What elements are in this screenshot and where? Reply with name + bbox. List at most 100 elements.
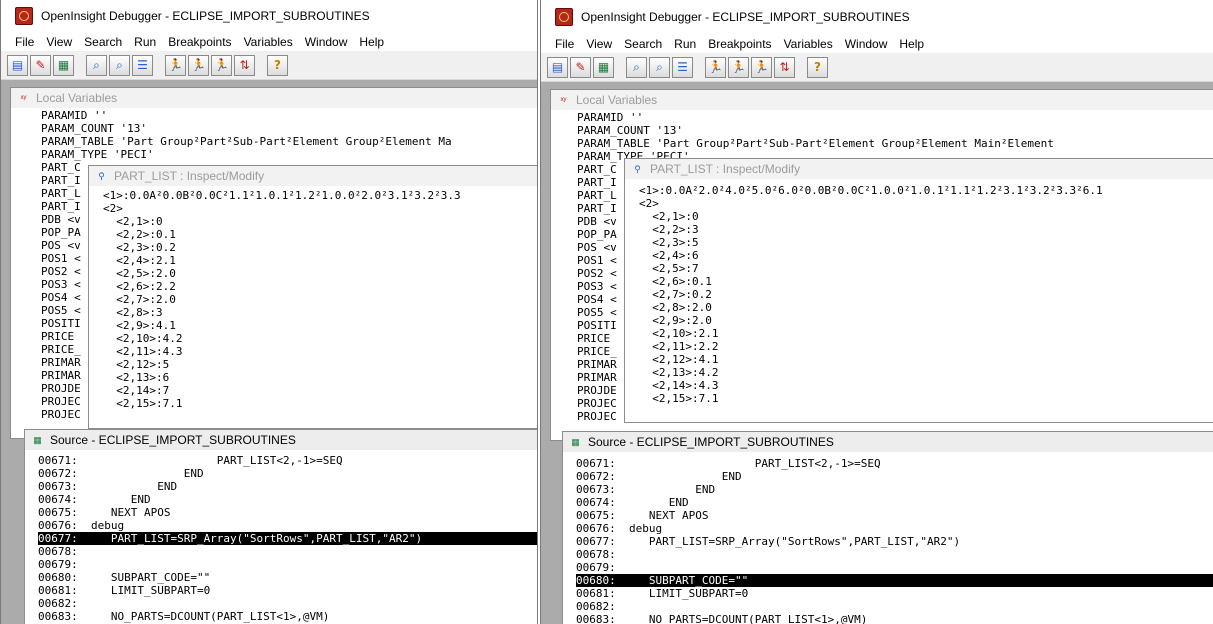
inspect-value-row[interactable]: <2,7>:0.2 <box>639 288 1103 301</box>
source-line[interactable]: 00676: debug <box>38 519 537 532</box>
source-line[interactable]: 00676: debug <box>576 522 1213 535</box>
menu-search[interactable]: Search <box>78 35 128 49</box>
open-file-icon[interactable]: ▤ <box>547 56 568 78</box>
source-line[interactable]: 00675: NEXT APOS <box>576 509 1213 522</box>
source-line[interactable]: 00678: <box>38 545 537 558</box>
find-icon[interactable]: ⌕ <box>626 56 647 78</box>
inspect-value-row[interactable]: <2,15>:7.1 <box>639 392 1103 405</box>
inspect-value-row[interactable]: <2,6>:0.1 <box>639 275 1103 288</box>
variable-row[interactable]: PARAM_COUNT '13' <box>41 122 452 135</box>
variable-row[interactable]: PARAMID '' <box>577 111 1054 124</box>
stop-icon[interactable]: ⇅ <box>774 56 795 78</box>
source-line[interactable]: 00681: LIMIT_SUBPART=0 <box>38 584 537 597</box>
menu-window[interactable]: Window <box>839 37 894 51</box>
variable-row[interactable]: PARAM_TYPE 'PECI' <box>41 148 452 161</box>
menu-variables[interactable]: Variables <box>778 37 839 51</box>
inspect-value-row[interactable]: <2,9>:4.1 <box>103 319 461 332</box>
inspect-value-row[interactable]: <2,14>:7 <box>103 384 461 397</box>
find-next-icon[interactable]: ⌕ <box>649 56 670 78</box>
find-icon[interactable]: ⌕ <box>86 54 107 76</box>
menu-file[interactable]: File <box>9 35 40 49</box>
inspect-value-row[interactable]: <2,13>:6 <box>103 371 461 384</box>
step-into-icon[interactable]: 🏃 <box>165 54 186 76</box>
right-inspect-modify-window[interactable]: ⚲ PART_LIST : Inspect/Modify <1>:0.0A²2.… <box>625 159 1213 422</box>
variable-row[interactable]: PARAMID '' <box>41 109 452 122</box>
inspect-value-row[interactable]: <2,1>:0 <box>639 210 1103 223</box>
inspect-value-row[interactable]: <1>:0.0A²2.0²4.0²5.0²6.0²0.0B²0.0C²1.0.0… <box>639 184 1103 197</box>
inspect-value-row[interactable]: <2> <box>103 202 461 215</box>
source-line[interactable]: 00683: NO_PARTS=DCOUNT(PART_LIST<1>,@VM) <box>576 613 1213 624</box>
menu-search[interactable]: Search <box>618 37 668 51</box>
menu-view[interactable]: View <box>40 35 78 49</box>
menu-help[interactable]: Help <box>893 37 930 51</box>
left-source-window[interactable]: ▦ Source - ECLIPSE_IMPORT_SUBROUTINES 00… <box>25 430 537 624</box>
source-line[interactable]: 00680: SUBPART_CODE="" <box>38 571 537 584</box>
inspect-value-row[interactable]: <2> <box>639 197 1103 210</box>
inspect-value-row[interactable]: <2,11>:4.3 <box>103 345 461 358</box>
source-line[interactable]: 00681: LIMIT_SUBPART=0 <box>576 587 1213 600</box>
find-next-icon[interactable]: ⌕ <box>109 54 130 76</box>
menu-window[interactable]: Window <box>299 35 354 49</box>
inspect-value-row[interactable]: <2,10>:4.2 <box>103 332 461 345</box>
inspect-value-row[interactable]: <2,12>:4.1 <box>639 353 1103 366</box>
source-line[interactable]: 00673: END <box>576 483 1213 496</box>
current-execution-line[interactable]: 00677: PART_LIST=SRP_Array("SortRows",PA… <box>38 532 537 545</box>
source-line[interactable]: 00677: PART_LIST=SRP_Array("SortRows",PA… <box>576 535 1213 548</box>
window-layout-icon[interactable]: ▦ <box>53 54 74 76</box>
source-line[interactable]: 00682: <box>38 597 537 610</box>
source-line[interactable]: 00682: <box>576 600 1213 613</box>
inspect-value-row[interactable]: <2,2>:0.1 <box>103 228 461 241</box>
inspect-value-row[interactable]: <2,5>:2.0 <box>103 267 461 280</box>
run-icon[interactable]: 🏃 <box>751 56 772 78</box>
inspect-value-row[interactable]: <2,14>:4.3 <box>639 379 1103 392</box>
source-title-bar[interactable]: ▦ Source - ECLIPSE_IMPORT_SUBROUTINES <box>25 430 537 450</box>
inspect-value-row[interactable]: <2,8>:3 <box>103 306 461 319</box>
inspect-value-row[interactable]: <2,15>:7.1 <box>103 397 461 410</box>
inspect-value-row[interactable]: <2,12>:5 <box>103 358 461 371</box>
source-title-bar[interactable]: ▦ Source - ECLIPSE_IMPORT_SUBROUTINES <box>563 432 1213 452</box>
inspect-value-row[interactable]: <2,9>:2.0 <box>639 314 1103 327</box>
source-line[interactable]: 00679: <box>38 558 537 571</box>
inspect-modify-title-bar[interactable]: ⚲ PART_LIST : Inspect/Modify <box>625 159 1213 179</box>
menu-variables[interactable]: Variables <box>238 35 299 49</box>
local-variables-title-bar[interactable]: ˣʸ Local Variables <box>11 88 537 108</box>
current-execution-line[interactable]: 00680: SUBPART_CODE="" <box>576 574 1213 587</box>
variable-row[interactable]: PARAM_COUNT '13' <box>577 124 1054 137</box>
variable-row[interactable]: PARAM_TABLE 'Part Group²Part²Sub-Part²El… <box>577 137 1054 150</box>
edit-source-icon[interactable]: ✎ <box>570 56 591 78</box>
local-variables-title-bar[interactable]: ˣʸ Local Variables <box>551 90 1213 110</box>
menu-help[interactable]: Help <box>353 35 390 49</box>
help-icon[interactable]: ? <box>267 54 288 76</box>
source-line[interactable]: 00683: NO_PARTS=DCOUNT(PART_LIST<1>,@VM) <box>38 610 537 623</box>
inspect-value-row[interactable]: <2,3>:5 <box>639 236 1103 249</box>
step-into-icon[interactable]: 🏃 <box>705 56 726 78</box>
source-line[interactable]: 00674: END <box>38 493 537 506</box>
source-line[interactable]: 00672: END <box>38 467 537 480</box>
inspect-value-row[interactable]: <2,6>:2.2 <box>103 280 461 293</box>
stop-icon[interactable]: ⇅ <box>234 54 255 76</box>
step-over-icon[interactable]: 🏃 <box>728 56 749 78</box>
menu-run[interactable]: Run <box>668 37 702 51</box>
help-icon[interactable]: ? <box>807 56 828 78</box>
inspect-value-row[interactable]: <2,8>:2.0 <box>639 301 1103 314</box>
step-over-icon[interactable]: 🏃 <box>188 54 209 76</box>
inspect-value-row[interactable]: <2,4>:2.1 <box>103 254 461 267</box>
menu-file[interactable]: File <box>549 37 580 51</box>
inspect-value-row[interactable]: <1>:0.0A²0.0B²0.0C²1.1²1.0.1²1.2²1.0.0²2… <box>103 189 461 202</box>
inspect-value-row[interactable]: <2,7>:2.0 <box>103 293 461 306</box>
list-icon[interactable]: ☰ <box>672 56 693 78</box>
source-line[interactable]: 00675: NEXT APOS <box>38 506 537 519</box>
source-line[interactable]: 00673: END <box>38 480 537 493</box>
inspect-modify-title-bar[interactable]: ⚲ PART_LIST : Inspect/Modify <box>89 166 537 186</box>
inspect-value-row[interactable]: <2,5>:7 <box>639 262 1103 275</box>
inspect-value-row[interactable]: <2,3>:0.2 <box>103 241 461 254</box>
inspect-value-row[interactable]: <2,2>:3 <box>639 223 1103 236</box>
inspect-value-row[interactable]: <2,4>:6 <box>639 249 1103 262</box>
list-icon[interactable]: ☰ <box>132 54 153 76</box>
inspect-value-row[interactable]: <2,1>:0 <box>103 215 461 228</box>
open-file-icon[interactable]: ▤ <box>7 54 28 76</box>
source-line[interactable]: 00671: PART_LIST<2,-1>=SEQ <box>38 454 537 467</box>
menu-breakpoints[interactable]: Breakpoints <box>162 35 237 49</box>
menu-run[interactable]: Run <box>128 35 162 49</box>
edit-source-icon[interactable]: ✎ <box>30 54 51 76</box>
